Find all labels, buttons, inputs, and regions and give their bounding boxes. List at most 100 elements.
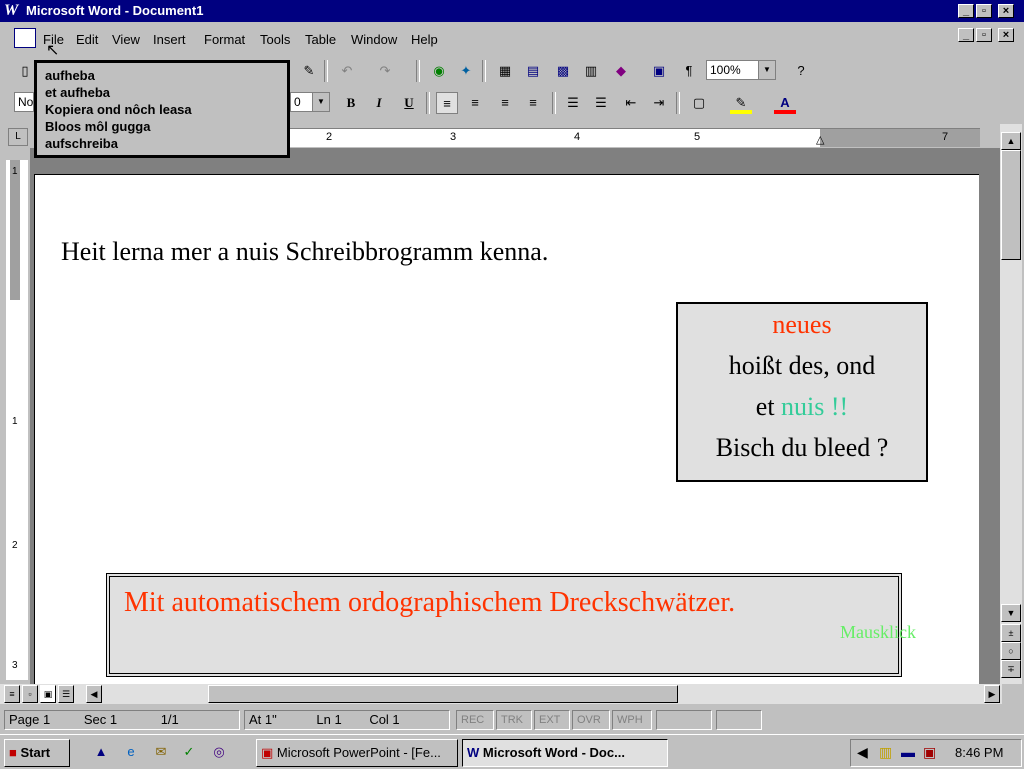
zoom-combo[interactable]: 100% ▼ [706, 60, 776, 80]
volume-icon[interactable]: ◀ [857, 744, 868, 761]
horizontal-scrollbar[interactable]: ≡ ▫ ▣ ☰ ◀ ▶ [0, 684, 1002, 704]
task-powerpoint[interactable]: ▣ Microsoft PowerPoint - [Fe... [256, 739, 458, 767]
web-icon[interactable]: ◉ [428, 60, 450, 82]
document-map-icon[interactable]: ▣ [648, 60, 670, 82]
restore-button[interactable]: ▫ [976, 4, 992, 18]
columns-icon[interactable]: ▥ [580, 60, 602, 82]
app-quicklaunch-icon[interactable]: ◎ [208, 741, 230, 763]
title-bar[interactable]: W Microsoft Word - Document1 _ ▫ × [0, 0, 1024, 22]
channels-icon[interactable]: ✓ [178, 741, 200, 763]
scroll-down-icon[interactable]: ▼ [1001, 604, 1021, 622]
doc-minimize-button[interactable]: _ [958, 28, 974, 42]
justify-icon[interactable]: ≡ [522, 92, 544, 114]
status-rec[interactable]: REC [456, 710, 494, 730]
drawing-icon[interactable]: ◆ [610, 60, 632, 82]
chevron-down-icon[interactable]: ▼ [312, 93, 329, 111]
undo-icon[interactable]: ↶ [336, 60, 358, 82]
highlight-icon[interactable]: ✎ [730, 92, 752, 114]
minimize-button[interactable]: _ [958, 4, 974, 18]
menu-table[interactable]: Table [305, 32, 336, 47]
outline-view-icon[interactable]: ☰ [58, 685, 74, 703]
borders-icon[interactable]: ▢ [688, 92, 710, 114]
increase-indent-icon[interactable]: ⇥ [648, 92, 670, 114]
menu-view[interactable]: View [112, 32, 140, 47]
word-icon: W [467, 745, 480, 760]
decrease-indent-icon[interactable]: ⇤ [620, 92, 642, 114]
close-button[interactable]: × [998, 4, 1014, 18]
internet-explorer-icon[interactable]: e [120, 741, 142, 763]
menu-tooltip-popup: aufheba et aufheba Kopiera ond nôch leas… [34, 60, 290, 158]
scroll-left-icon[interactable]: ◀ [86, 685, 102, 703]
tray-app-icon[interactable]: ▥ [879, 744, 892, 761]
start-button[interactable]: ■ Start [4, 739, 70, 767]
hscroll-thumb[interactable] [208, 685, 678, 703]
menu-window[interactable]: Window [351, 32, 397, 47]
comment-box[interactable]: neues hoißt des, ond et nuis !! Bisch du… [676, 302, 928, 482]
print-view-icon[interactable]: ▣ [40, 685, 56, 703]
next-page-icon[interactable]: ∓ [1001, 660, 1021, 678]
menu-tools[interactable]: Tools [260, 32, 290, 47]
doc-close-button[interactable]: × [998, 28, 1014, 42]
status-col: Col 1 [369, 712, 400, 727]
spellcheck-box[interactable]: Mit automatischem ordographischem Drecks… [106, 573, 916, 677]
status-ln: Ln 1 [316, 712, 342, 727]
status-trk[interactable]: TRK [496, 710, 532, 730]
vertical-scrollbar[interactable]: ▲ ▼ ± ○ ∓ [1000, 124, 1022, 684]
scroll-right-icon[interactable]: ▶ [984, 685, 1000, 703]
box-word: et [755, 392, 775, 421]
tables-borders-icon[interactable]: ▦ [494, 60, 516, 82]
align-center-icon[interactable]: ≡ [464, 92, 486, 114]
bullets-icon[interactable]: ☰ [590, 92, 612, 114]
chevron-down-icon[interactable]: ▼ [758, 61, 775, 79]
bold-icon[interactable]: B [340, 92, 362, 114]
help-icon[interactable]: ? [790, 60, 812, 82]
new-document-icon[interactable]: ▯ [14, 60, 36, 82]
doc-restore-button[interactable]: ▫ [976, 28, 992, 42]
tab-selector-icon[interactable]: L [8, 128, 28, 146]
font-color-icon[interactable]: A [774, 92, 796, 114]
menu-format[interactable]: Format [204, 32, 245, 47]
insert-table-icon[interactable]: ▤ [522, 60, 544, 82]
align-right-icon[interactable]: ≡ [494, 92, 516, 114]
status-wph[interactable]: WPH [612, 710, 652, 730]
format-painter-icon[interactable]: ✎ [298, 60, 320, 82]
network-icon[interactable]: ▬ [901, 744, 915, 760]
redo-icon[interactable]: ↷ [374, 60, 396, 82]
style-combo[interactable]: No [14, 92, 34, 112]
clock[interactable]: 8:46 PM [955, 745, 1003, 760]
scroll-thumb[interactable] [1001, 150, 1021, 260]
task-word[interactable]: W Microsoft Word - Doc... [462, 739, 668, 767]
scroll-up-icon[interactable]: ▲ [1001, 132, 1021, 150]
display-icon[interactable]: ▣ [923, 744, 936, 761]
spellcheck-text: Mit automatischem ordographischem Drecks… [124, 587, 736, 618]
menu-help[interactable]: Help [411, 32, 438, 47]
hyperlink-icon[interactable]: ✦ [455, 60, 477, 82]
underline-icon[interactable]: U [398, 92, 420, 114]
status-page: Page 1 [9, 712, 51, 727]
align-left-icon[interactable]: ≡ [436, 92, 458, 114]
vertical-ruler[interactable]: 1 1 2 3 [6, 160, 28, 680]
insert-excel-icon[interactable]: ▩ [552, 60, 574, 82]
horizontal-ruler[interactable]: 2 3 4 5 7 △ [290, 128, 980, 147]
prev-page-icon[interactable]: ± [1001, 624, 1021, 642]
box-line: hoißt des, ond [728, 351, 876, 380]
document-icon[interactable] [14, 28, 36, 48]
italic-icon[interactable]: I [368, 92, 390, 114]
menu-insert[interactable]: Insert [153, 32, 186, 47]
outlook-icon[interactable]: ✉ [150, 741, 172, 763]
popup-line: Bloos môl gugga [45, 119, 151, 134]
status-ext[interactable]: EXT [534, 710, 570, 730]
show-hide-icon[interactable]: ¶ [678, 60, 700, 82]
status-ovr[interactable]: OVR [572, 710, 610, 730]
numbering-icon[interactable]: ☰ [562, 92, 584, 114]
desktop-icon[interactable]: ▲ [90, 741, 112, 763]
font-size-combo[interactable]: 0 ▼ [290, 92, 330, 112]
menu-edit[interactable]: Edit [76, 32, 98, 47]
popup-line: et aufheba [45, 85, 111, 100]
select-browse-object-icon[interactable]: ○ [1001, 642, 1021, 660]
box-line: Bisch du bleed ? [715, 433, 889, 462]
indent-marker-icon[interactable]: △ [816, 133, 824, 146]
web-view-icon[interactable]: ▫ [22, 685, 38, 703]
status-page-info: Page 1 Sec 1 1/1 [4, 710, 240, 730]
normal-view-icon[interactable]: ≡ [4, 685, 20, 703]
